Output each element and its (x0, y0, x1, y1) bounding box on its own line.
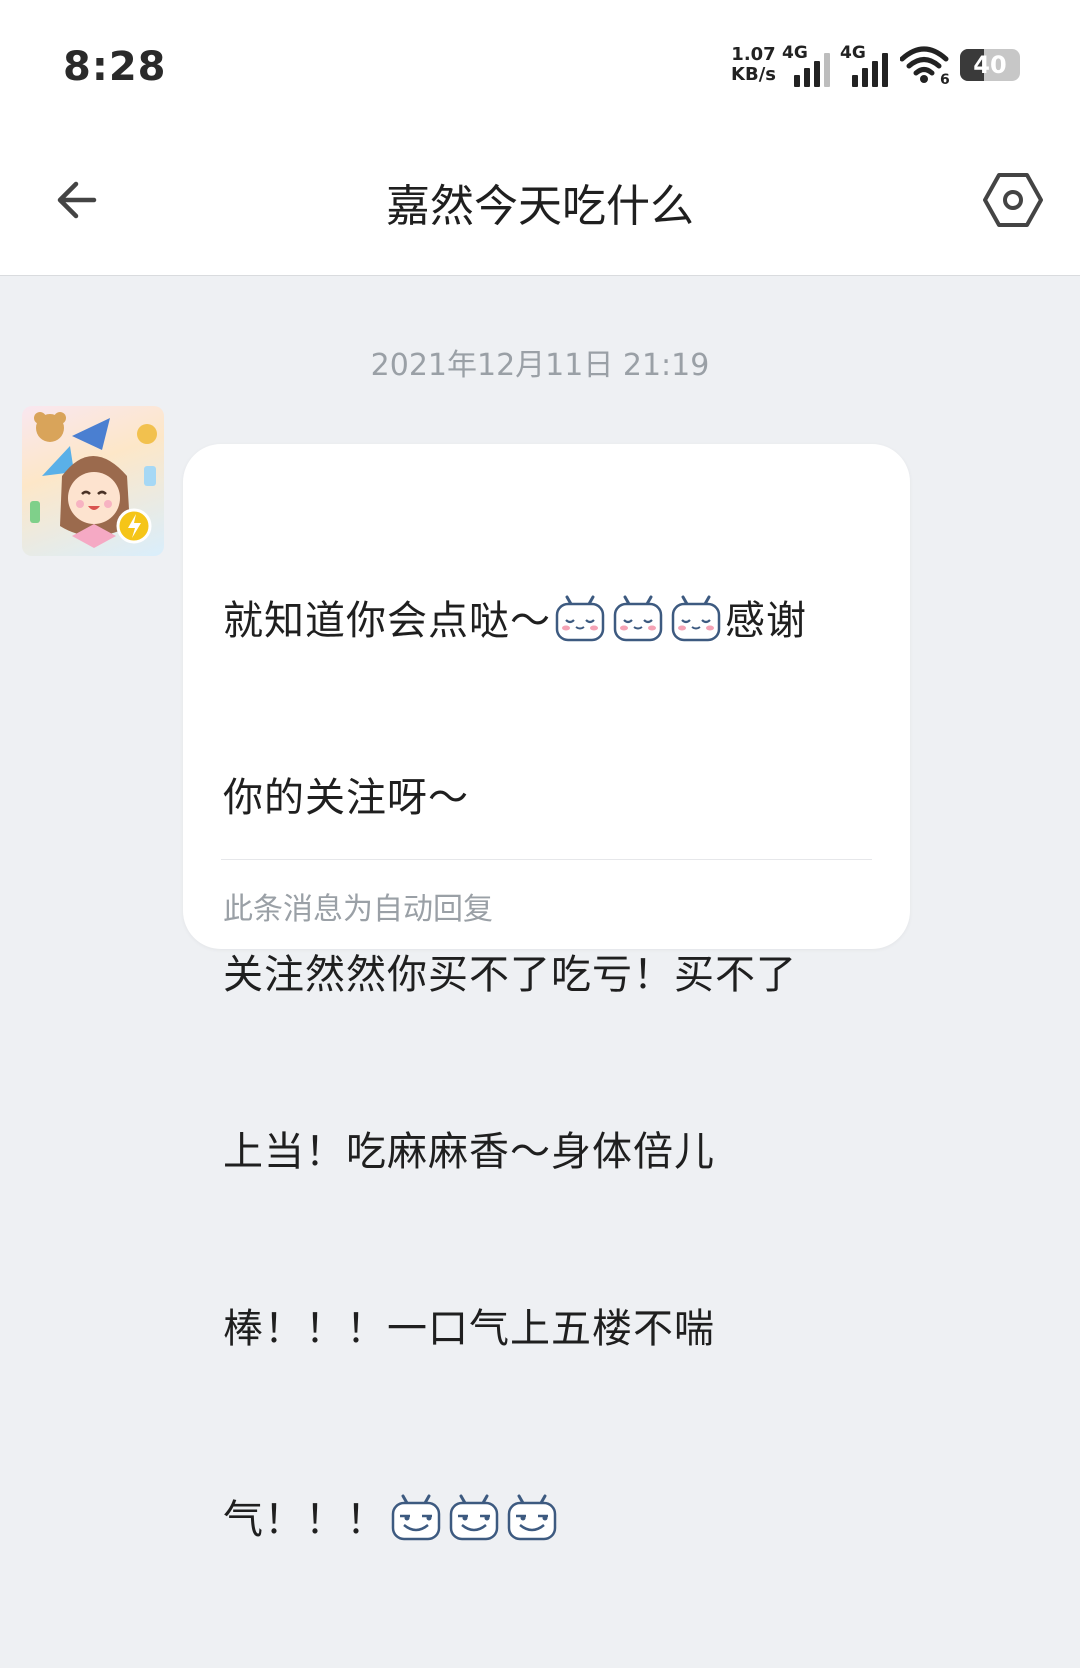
message-bubble[interactable]: 就知道你会点哒～ 感谢 你的关注呀～ 关注然然你买不了吃亏！买不了 上当！吃麻麻香… (183, 444, 910, 1543)
hexagon-settings-icon[interactable] (982, 171, 1044, 229)
status-icons: 1.07 KB/s 4G 4G 6 40 (731, 42, 1020, 88)
battery-icon: 40 (960, 49, 1020, 81)
tv-shy-emote (555, 595, 605, 642)
wifi-badge: 6 (940, 72, 950, 85)
message-line: 气！！！ (223, 1491, 873, 1550)
top-bar: 8:28 1.07 KB/s 4G 4G 6 40 嘉然今天吃什么 (0, 0, 1080, 276)
message-text: 就知道你会点哒～ 感谢 你的关注呀～ 关注然然你买不了吃亏！买不了 上当！吃麻麻香… (223, 474, 873, 1668)
sim1-signal-icon: 4G (782, 43, 830, 87)
network-speed: 1.07 KB/s (731, 45, 776, 85)
message-segment: 气！！！ (223, 1497, 387, 1543)
message-line: 关注然然你买不了吃亏！买不了 (223, 952, 797, 998)
tv-smirk-emote (449, 1494, 499, 1541)
battery-level: 40 (973, 51, 1007, 79)
message-timestamp: 2021年12月11日 21:19 (370, 348, 710, 383)
network-speed-unit: KB/s (731, 64, 776, 85)
avatar[interactable] (22, 406, 164, 556)
sim1-network-label: 4G (782, 43, 808, 63)
sim2-network-label: 4G (840, 43, 866, 63)
auto-reply-note: 此条消息为自动回复 (223, 892, 493, 927)
message-line: 你的关注呀～ (223, 775, 469, 821)
message-line: 上当！吃麻麻香～身体倍儿 (223, 1129, 715, 1175)
wifi-icon: 6 (900, 46, 950, 85)
tv-smirk-emote (507, 1494, 557, 1541)
network-speed-value: 1.07 (731, 44, 776, 65)
divider (221, 859, 872, 860)
message-segment: 就知道你会点哒～ (223, 598, 551, 644)
message-line: 就知道你会点哒～ 感谢 (223, 592, 873, 651)
message-line: 棒！！！一口气上五楼不喘 (223, 1306, 715, 1352)
sim2-signal-icon: 4G (840, 43, 888, 87)
tv-shy-emote (613, 595, 663, 642)
tv-shy-emote (671, 595, 721, 642)
status-time: 8:28 (63, 44, 167, 90)
tv-smirk-emote (391, 1494, 441, 1541)
page-title: 嘉然今天吃什么 (386, 181, 694, 232)
message-segment: 感谢 (725, 598, 807, 644)
